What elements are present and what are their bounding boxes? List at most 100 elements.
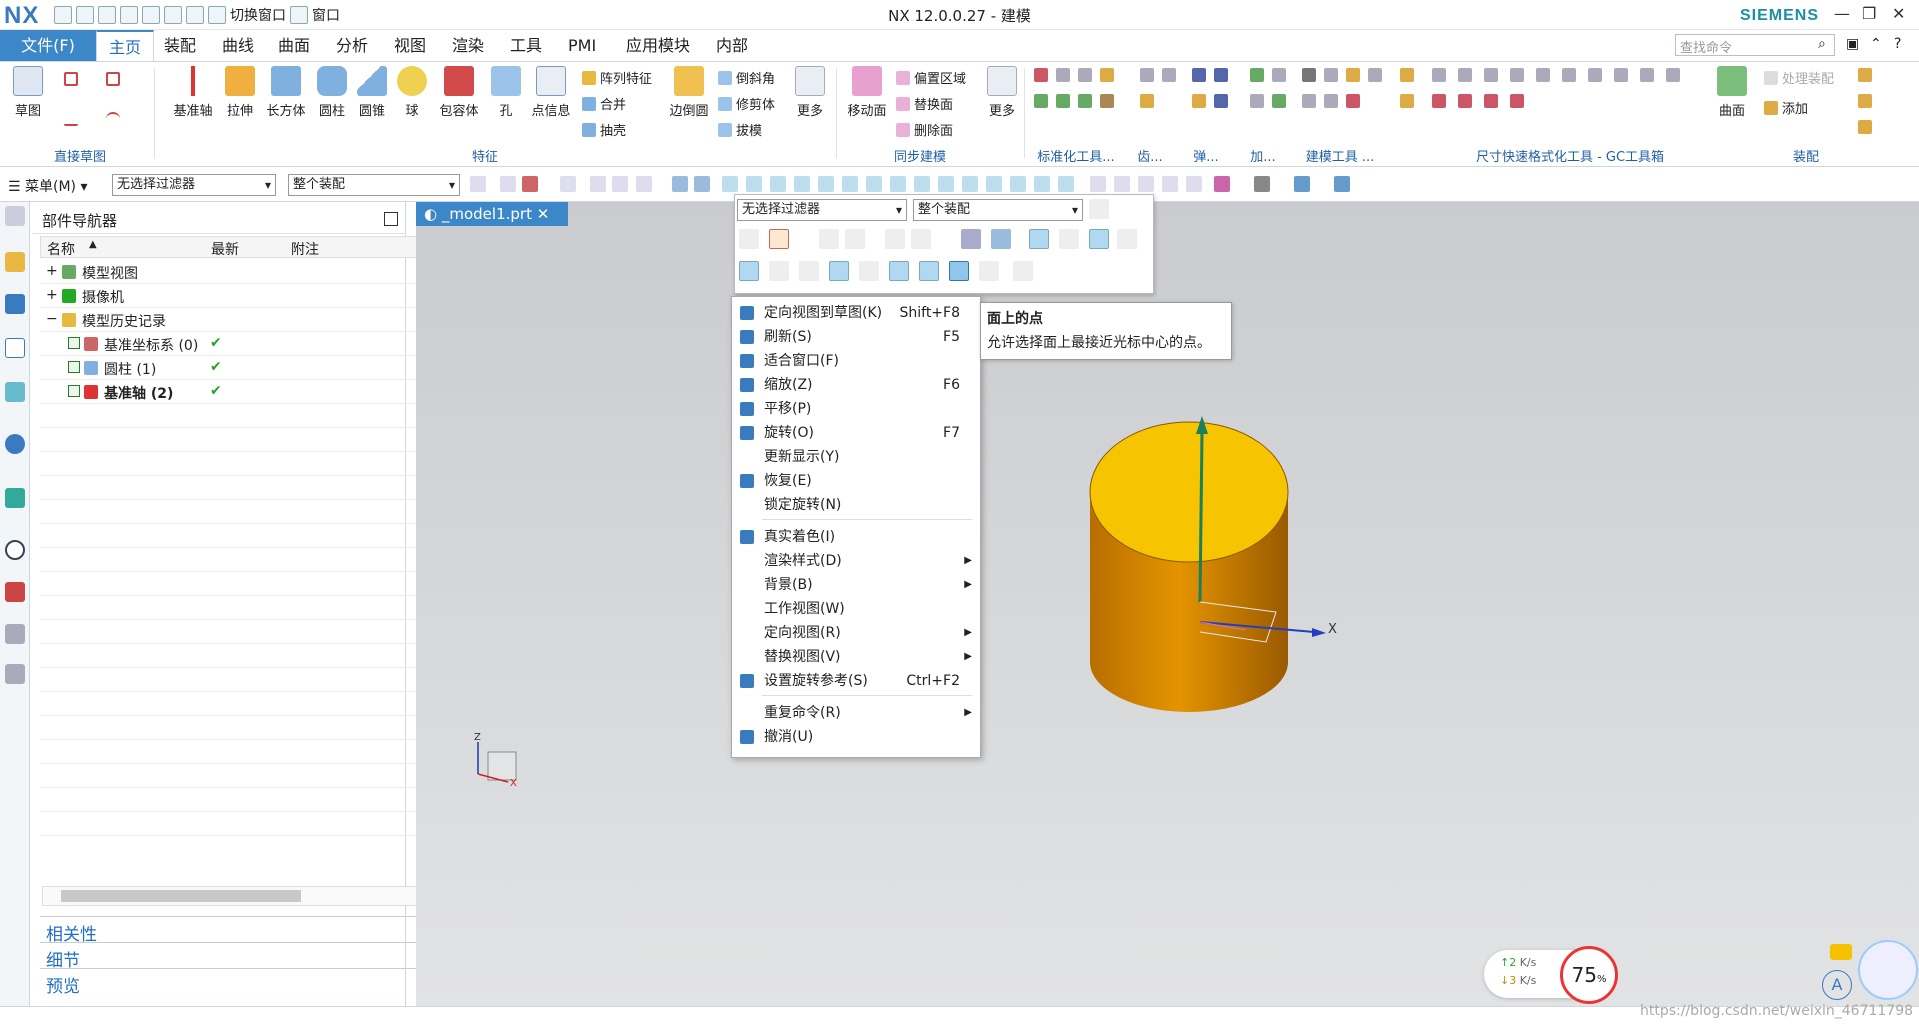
scrollbar-thumb[interactable] [61,890,301,902]
gear-tool-icon[interactable] [1162,68,1176,82]
maximize-icon[interactable] [384,212,398,226]
menu-item[interactable]: 恢复(E) [732,469,980,493]
horizontal-scrollbar[interactable] [42,886,437,906]
select-tool-icon[interactable] [885,229,905,249]
profile-icon[interactable] [64,72,78,86]
select-tool-icon[interactable] [819,229,839,249]
standard-tool-icon[interactable] [1034,68,1048,82]
edit-tool-icon[interactable] [1400,68,1414,82]
restore-icon[interactable]: ❐ [1862,4,1876,23]
snap-icon[interactable] [914,176,930,192]
type-filter-select[interactable]: 无选择过滤器 [112,174,276,196]
tab-assembly[interactable]: 装配 [152,30,208,61]
tab-applications[interactable]: 应用模块 [614,30,702,61]
menu-item[interactable]: 定向视图(R) ▶ [732,621,980,645]
tab-tools[interactable]: 工具 [498,30,554,61]
view-tool-icon[interactable] [1162,176,1178,192]
cylinder-body[interactable] [1089,421,1289,712]
replace-face-button[interactable]: 替换面 [896,94,953,113]
snap-icon[interactable] [818,176,834,192]
selection-tool-icon[interactable] [500,176,516,192]
minimize-icon[interactable]: — [1834,4,1850,23]
system-materials-icon[interactable] [5,582,25,602]
extrude-button[interactable]: 拉伸 [220,66,260,119]
rectangle-icon[interactable] [106,72,120,86]
modeling-tool-icon[interactable] [1346,68,1360,82]
snap-icon[interactable] [866,176,882,192]
select-tool-icon[interactable] [769,229,789,249]
select-tool-icon[interactable] [739,229,759,249]
unite-button[interactable]: 合并 [582,94,626,113]
machining-tool-icon[interactable] [1272,68,1286,82]
snap-icon[interactable] [739,261,759,281]
settings-icon[interactable] [5,206,25,226]
snap-icon[interactable] [1034,176,1050,192]
scope-select[interactable]: 整个装配 [288,174,460,196]
standard-tool-icon[interactable] [1078,94,1092,108]
search-icon[interactable]: ⌕ [1818,36,1826,52]
modeling-tool-icon[interactable] [1368,68,1382,82]
view-tool-icon[interactable] [1114,176,1130,192]
menu-item[interactable]: 撤消(U) [732,725,980,749]
gc-format-icon[interactable] [1484,68,1498,82]
file-tab[interactable]: 文件(F) [0,30,96,61]
standardization-group-label[interactable]: 标准化工具... [1026,146,1126,165]
help-icon[interactable]: ? [1894,36,1901,52]
snap-icon[interactable] [986,176,1002,192]
menu-item[interactable]: 定向视图到草图(K) Shift+F8 [732,301,980,325]
spring-tool-icon[interactable] [1214,68,1228,82]
modeling-tool-icon[interactable] [1324,94,1338,108]
details-panel-header[interactable]: 细节∨ [40,942,438,971]
tab-home[interactable]: 主页 [96,30,155,61]
menu-item[interactable]: 背景(B) ▶ [732,573,980,597]
tree-row[interactable]: 基准坐标系 (0) ✔ [40,332,438,356]
tree-row[interactable]: + 模型视图 [40,260,438,284]
menu-item[interactable]: 刷新(S) F5 [732,325,980,349]
menu-item[interactable]: 缩放(Z) F6 [732,373,980,397]
more-features-button[interactable]: 更多 [790,66,830,119]
view-tool-icon[interactable] [1138,176,1154,192]
selection-tool-icon[interactable] [694,176,710,192]
shell-button[interactable]: 抽壳 [582,120,626,139]
gc-format-icon[interactable] [1510,94,1524,108]
process-studio-icon[interactable] [5,624,25,644]
tab-internal[interactable]: 内部 [704,30,760,61]
select-tool-icon[interactable] [911,229,931,249]
spring-group-label[interactable]: 弹... [1186,146,1226,165]
snap-icon[interactable] [1059,229,1079,249]
view-tool-icon[interactable] [1334,176,1350,192]
menu-item[interactable]: 适合窗口(F) [732,349,980,373]
snap-icon[interactable] [919,261,939,281]
machining-group-label[interactable]: 加... [1238,146,1288,165]
menu-item[interactable]: 平移(P) [732,397,980,421]
command-search-input[interactable]: 查找命令 [1675,34,1835,56]
tree-row[interactable]: − 模型历史记录 [40,308,438,332]
snap-icon[interactable] [1010,176,1026,192]
process-assembly-button[interactable]: 处理装配 [1764,68,1834,87]
visibility-checkbox[interactable] [68,385,80,397]
cylinder-button[interactable]: 圆柱 [312,66,352,119]
close-icon[interactable]: ✕ [1892,4,1905,23]
edit-tool-icon[interactable] [1400,94,1414,108]
snap-icon[interactable] [938,176,954,192]
gc-format-icon[interactable] [1614,68,1628,82]
roles-icon[interactable] [5,664,25,684]
view-tool-icon[interactable] [1186,176,1202,192]
view-tool-icon[interactable] [1254,176,1270,192]
bounding-body-button[interactable]: 包容体 [434,66,484,119]
memory-usage-gauge[interactable]: 75% [1560,946,1618,1004]
translate-icon[interactable]: A [1822,970,1852,1000]
collapse-ribbon-icon[interactable]: ⌃ [1870,36,1882,52]
tab-render[interactable]: 渲染 [440,30,496,61]
column-latest[interactable]: 最新 [211,239,239,259]
machining-tool-icon[interactable] [1272,94,1286,108]
assembly-tool-icon[interactable] [1858,94,1872,108]
datum-axis-button[interactable]: 基准轴 [168,66,218,119]
column-notes[interactable]: 附注 [291,239,319,259]
snap-icon[interactable] [1089,229,1109,249]
selection-tool-icon[interactable] [612,176,628,192]
snap-icon[interactable] [770,176,786,192]
snap-icon[interactable] [794,176,810,192]
visibility-checkbox[interactable] [68,337,80,349]
snap-icon[interactable] [1117,229,1137,249]
